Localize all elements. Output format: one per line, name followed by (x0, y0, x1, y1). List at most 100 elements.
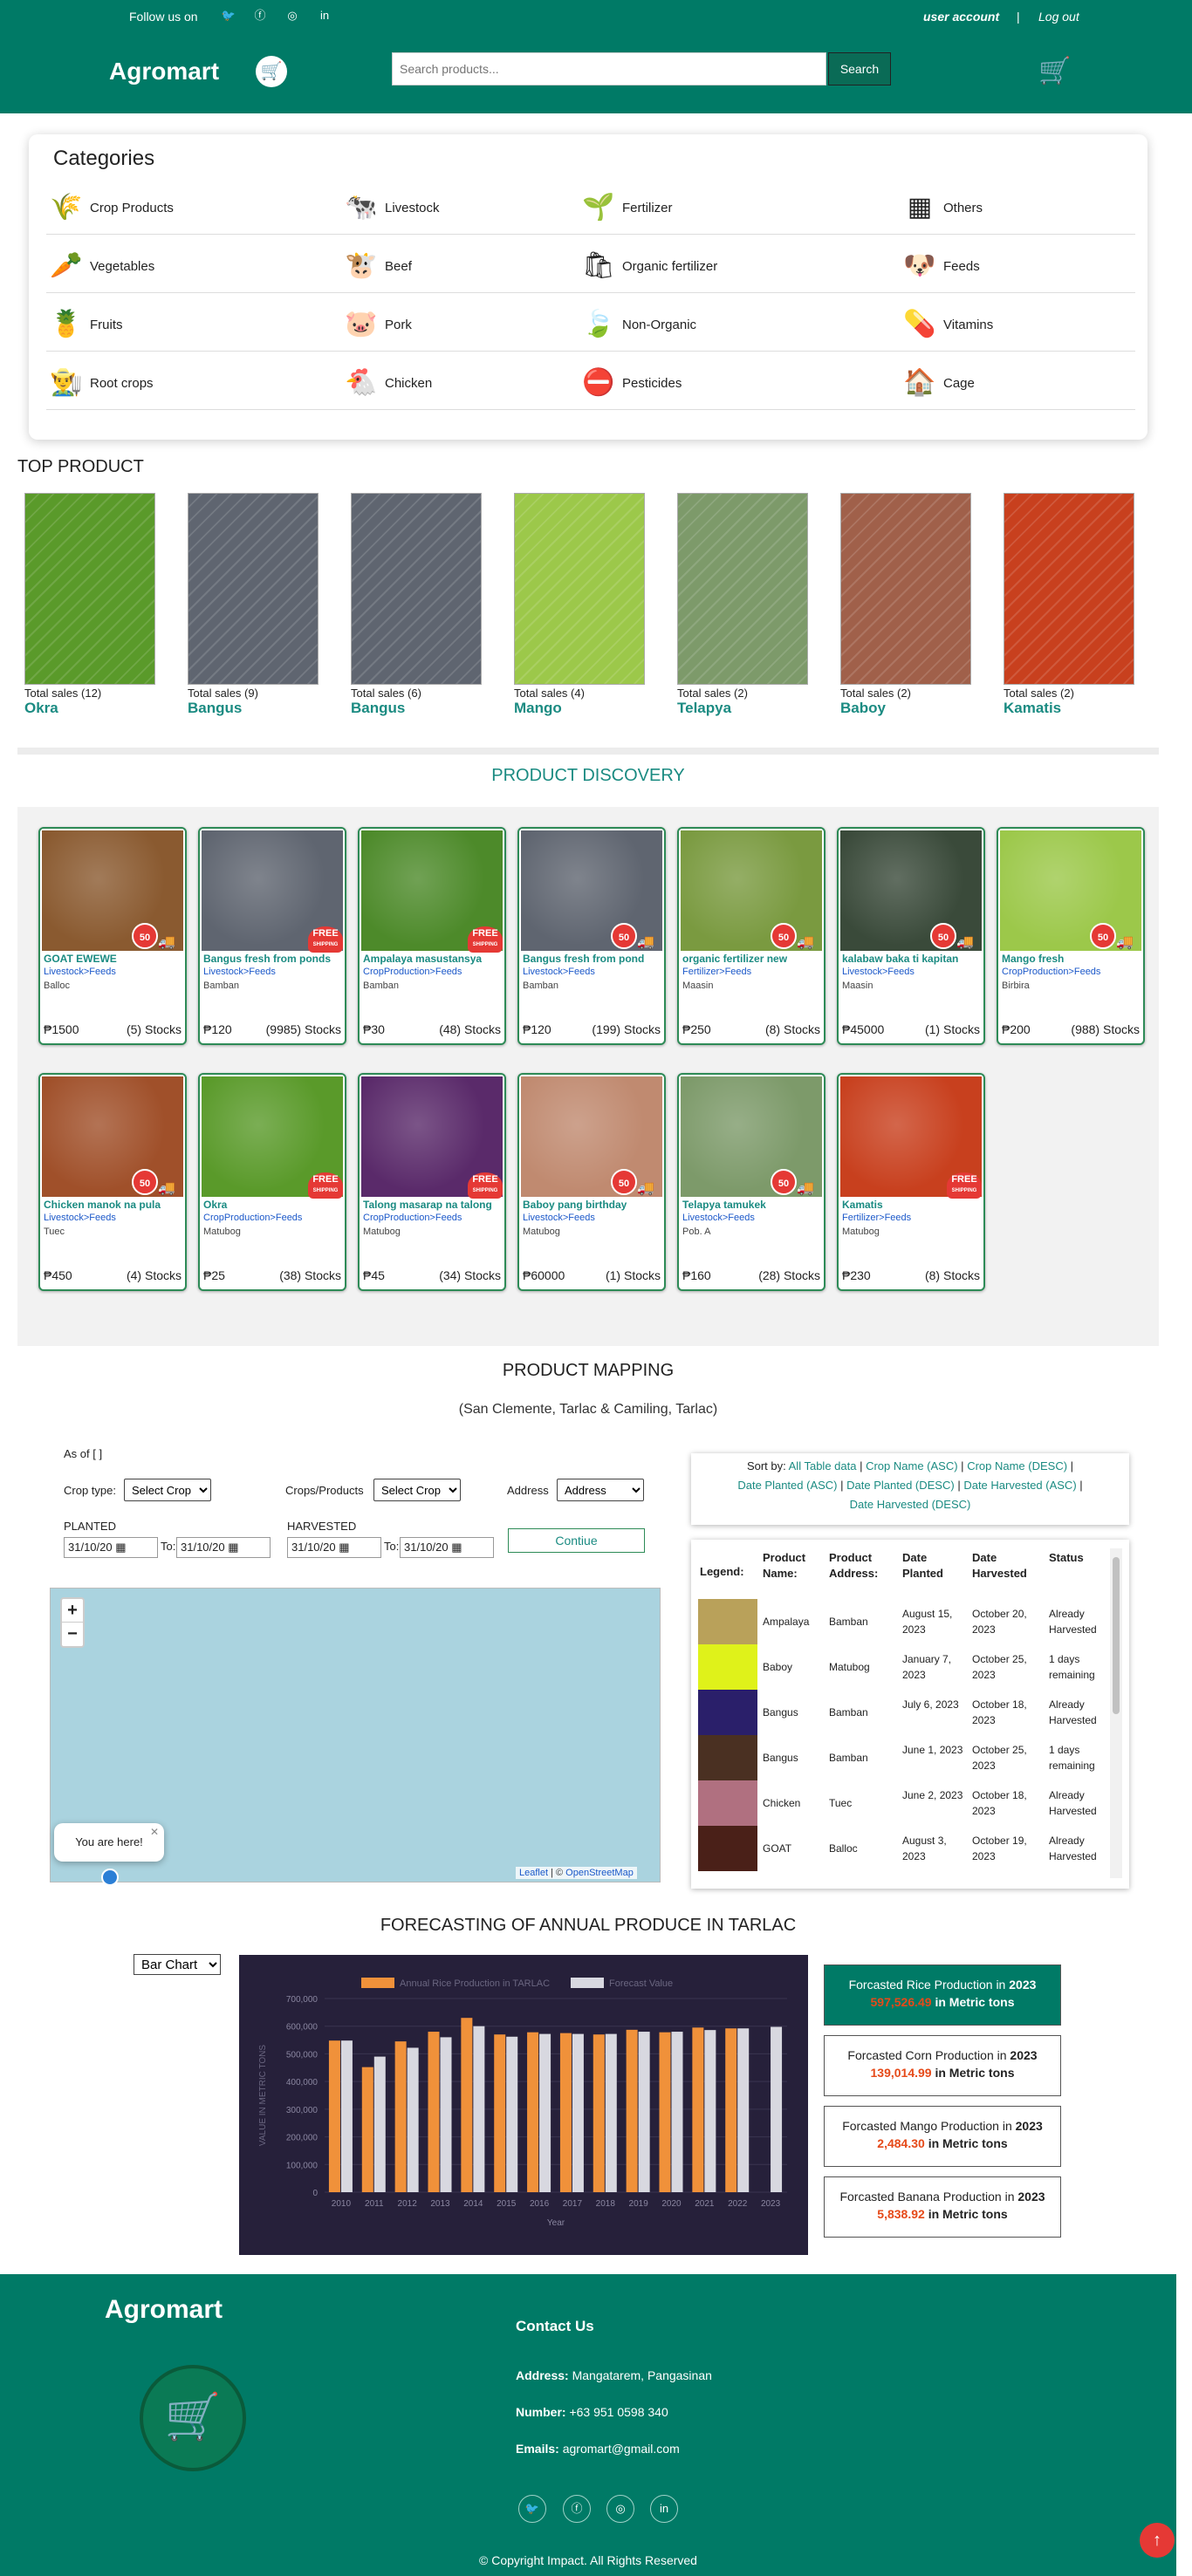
product-image[interactable] (1004, 493, 1134, 685)
category-item[interactable]: 💊 Vitamins (901, 304, 993, 345)
product-name[interactable]: Okra (203, 1199, 345, 1211)
sort-option[interactable]: Date Planted (DESC) (846, 1479, 955, 1492)
product-name[interactable]: Kamatis (1004, 700, 1134, 717)
product-card[interactable]: 50 🚚 Telapya tamukek Livestock>Feeds Pob. A ₱… (677, 1073, 825, 1291)
product-category[interactable]: CropProduction>Feeds (363, 967, 462, 977)
back-to-top-icon[interactable]: ↑ (1140, 2523, 1175, 2558)
top-product-card[interactable]: Total sales (12) Okra (24, 493, 155, 717)
location-marker-icon[interactable] (101, 1869, 119, 1886)
product-name[interactable]: kalabaw baka ti kapitan (842, 953, 983, 965)
sort-option[interactable]: Date Harvested (DESC) (850, 1498, 971, 1511)
product-category[interactable]: Livestock>Feeds (44, 967, 116, 977)
product-name[interactable]: Baboy pang birthday (523, 1199, 664, 1211)
facebook-icon[interactable]: ⓕ (252, 8, 268, 24)
product-category[interactable]: CropProduction>Feeds (363, 1213, 462, 1223)
category-item[interactable]: 🥕 Vegetables (48, 245, 154, 287)
product-category[interactable]: Livestock>Feeds (203, 967, 276, 977)
product-name[interactable]: Bangus fresh from pond (523, 953, 664, 965)
product-image[interactable] (677, 493, 808, 685)
product-image[interactable] (24, 493, 155, 685)
category-item[interactable]: 🍃 Non-Organic (580, 304, 696, 345)
planted-from-date[interactable]: 31/10/20 ▦ (64, 1537, 158, 1558)
product-card[interactable]: 50 🚚 Mango fresh CropProduction>Feeds Birbir… (997, 827, 1145, 1045)
facebook-icon[interactable]: ⓕ (563, 2495, 591, 2523)
chart-type-select[interactable]: Bar Chart (134, 1954, 221, 1975)
category-item[interactable]: 🛍 Organic fertilizer (580, 245, 717, 287)
product-image[interactable] (351, 493, 482, 685)
crop-type-select[interactable]: Select Crop (124, 1479, 211, 1501)
leaflet-link[interactable]: Leaflet (519, 1868, 548, 1878)
category-item[interactable]: 🐔 Chicken (343, 362, 432, 404)
category-item[interactable]: 🐷 Pork (343, 304, 412, 345)
product-name[interactable]: Bangus fresh from ponds (203, 953, 345, 965)
product-category[interactable]: Fertilizer>Feeds (682, 967, 751, 977)
product-image[interactable] (840, 493, 971, 685)
linkedin-icon[interactable]: in (650, 2495, 678, 2523)
product-category[interactable]: Livestock>Feeds (682, 1213, 755, 1223)
product-card[interactable]: FREE SHIPPING Kamatis Fertilizer>Feeds Matub… (837, 1073, 985, 1291)
product-card[interactable]: 50 🚚 Chicken manok na pula Livestock>Feeds T… (38, 1073, 187, 1291)
product-name[interactable]: Mango (514, 700, 645, 717)
address-select[interactable]: Address (557, 1479, 644, 1501)
logout-link[interactable]: Log out (1038, 10, 1079, 24)
product-card[interactable]: FREE SHIPPING Bangus fresh from ponds Lives… (198, 827, 346, 1045)
product-name[interactable]: Bangus (351, 700, 482, 717)
category-item[interactable]: 🏠 Cage (901, 362, 975, 404)
twitter-icon[interactable]: 🐦 (221, 8, 236, 24)
twitter-icon[interactable]: 🐦 (518, 2495, 546, 2523)
sort-option[interactable]: Date Harvested (ASC) (963, 1479, 1076, 1492)
search-input[interactable] (392, 52, 826, 85)
instagram-icon[interactable]: ◎ (606, 2495, 634, 2523)
zoom-in-button[interactable]: + (62, 1599, 83, 1623)
category-item[interactable]: 🐮 Beef (343, 245, 412, 287)
crops-products-select[interactable]: Select Crop (373, 1479, 461, 1501)
product-category[interactable]: Livestock>Feeds (523, 1213, 595, 1223)
category-item[interactable]: ⛔ Pesticides (580, 362, 682, 404)
product-card[interactable]: 50 🚚 GOAT EWEWE Livestock>Feeds Balloc ₱1500 (… (38, 827, 187, 1045)
product-card[interactable]: 50 🚚 kalabaw baka ti kapitan Livestock>Feed… (837, 827, 985, 1045)
planted-to-date[interactable]: 31/10/20 ▦ (176, 1537, 271, 1558)
product-card[interactable]: FREE SHIPPING Okra CropProduction>Feeds Matu… (198, 1073, 346, 1291)
category-item[interactable]: 🌱 Fertilizer (580, 187, 672, 229)
top-product-card[interactable]: Total sales (2) Baboy (840, 493, 971, 717)
product-category[interactable]: CropProduction>Feeds (203, 1213, 302, 1223)
zoom-out-button[interactable]: − (62, 1623, 83, 1646)
product-name[interactable]: Telapya tamukek (682, 1199, 824, 1211)
sort-option[interactable]: All Table data (789, 1459, 857, 1472)
product-name[interactable]: GOAT EWEWE (44, 953, 185, 965)
product-name[interactable]: Baboy (840, 700, 971, 717)
product-card[interactable]: FREE SHIPPING Ampalaya masustansya CropProd… (358, 827, 506, 1045)
product-name[interactable]: Bangus (188, 700, 319, 717)
product-name[interactable]: organic fertilizer new (682, 953, 824, 965)
sort-option[interactable]: Crop Name (ASC) (866, 1459, 957, 1472)
category-item[interactable]: 👨‍🌾 Root crops (48, 362, 153, 404)
product-image[interactable] (188, 493, 319, 685)
product-name[interactable]: Chicken manok na pula (44, 1199, 185, 1211)
cart-icon[interactable]: 🛒 (1038, 56, 1071, 86)
category-item[interactable]: ▦ Others (901, 187, 983, 229)
sort-option[interactable]: Date Planted (ASC) (737, 1479, 837, 1492)
user-account-link[interactable]: user account (923, 10, 999, 24)
product-category[interactable]: Livestock>Feeds (523, 967, 595, 977)
product-name[interactable]: Mango fresh (1002, 953, 1143, 965)
product-card[interactable]: FREE SHIPPING Talong masarap na talong Crop… (358, 1073, 506, 1291)
product-card[interactable]: 50 🚚 Baboy pang birthday Livestock>Feeds Mat… (517, 1073, 666, 1291)
close-icon[interactable]: ✕ (150, 1826, 159, 1838)
top-product-card[interactable]: Total sales (4) Mango (514, 493, 645, 717)
search-button[interactable]: Search (828, 52, 891, 85)
sort-option[interactable]: Crop Name (DESC) (967, 1459, 1067, 1472)
logo[interactable]: Agromart (109, 58, 219, 85)
email-value[interactable]: agromart@gmail.com (563, 2442, 680, 2456)
product-category[interactable]: CropProduction>Feeds (1002, 967, 1100, 977)
product-name[interactable]: Talong masarap na talong (363, 1199, 504, 1211)
continue-button[interactable]: Contiue (508, 1528, 645, 1553)
product-card[interactable]: 50 🚚 Bangus fresh from pond Livestock>Feeds… (517, 827, 666, 1045)
harvested-from-date[interactable]: 31/10/20 ▦ (287, 1537, 381, 1558)
table-scrollbar[interactable] (1110, 1548, 1122, 1878)
category-item[interactable]: 🐶 Feeds (901, 245, 979, 287)
scroll-thumb[interactable] (1113, 1557, 1120, 1714)
top-product-card[interactable]: Total sales (2) Telapya (677, 493, 808, 717)
category-item[interactable]: 🐄 Livestock (343, 187, 439, 229)
product-name[interactable]: Kamatis (842, 1199, 983, 1211)
product-name[interactable]: Okra (24, 700, 155, 717)
